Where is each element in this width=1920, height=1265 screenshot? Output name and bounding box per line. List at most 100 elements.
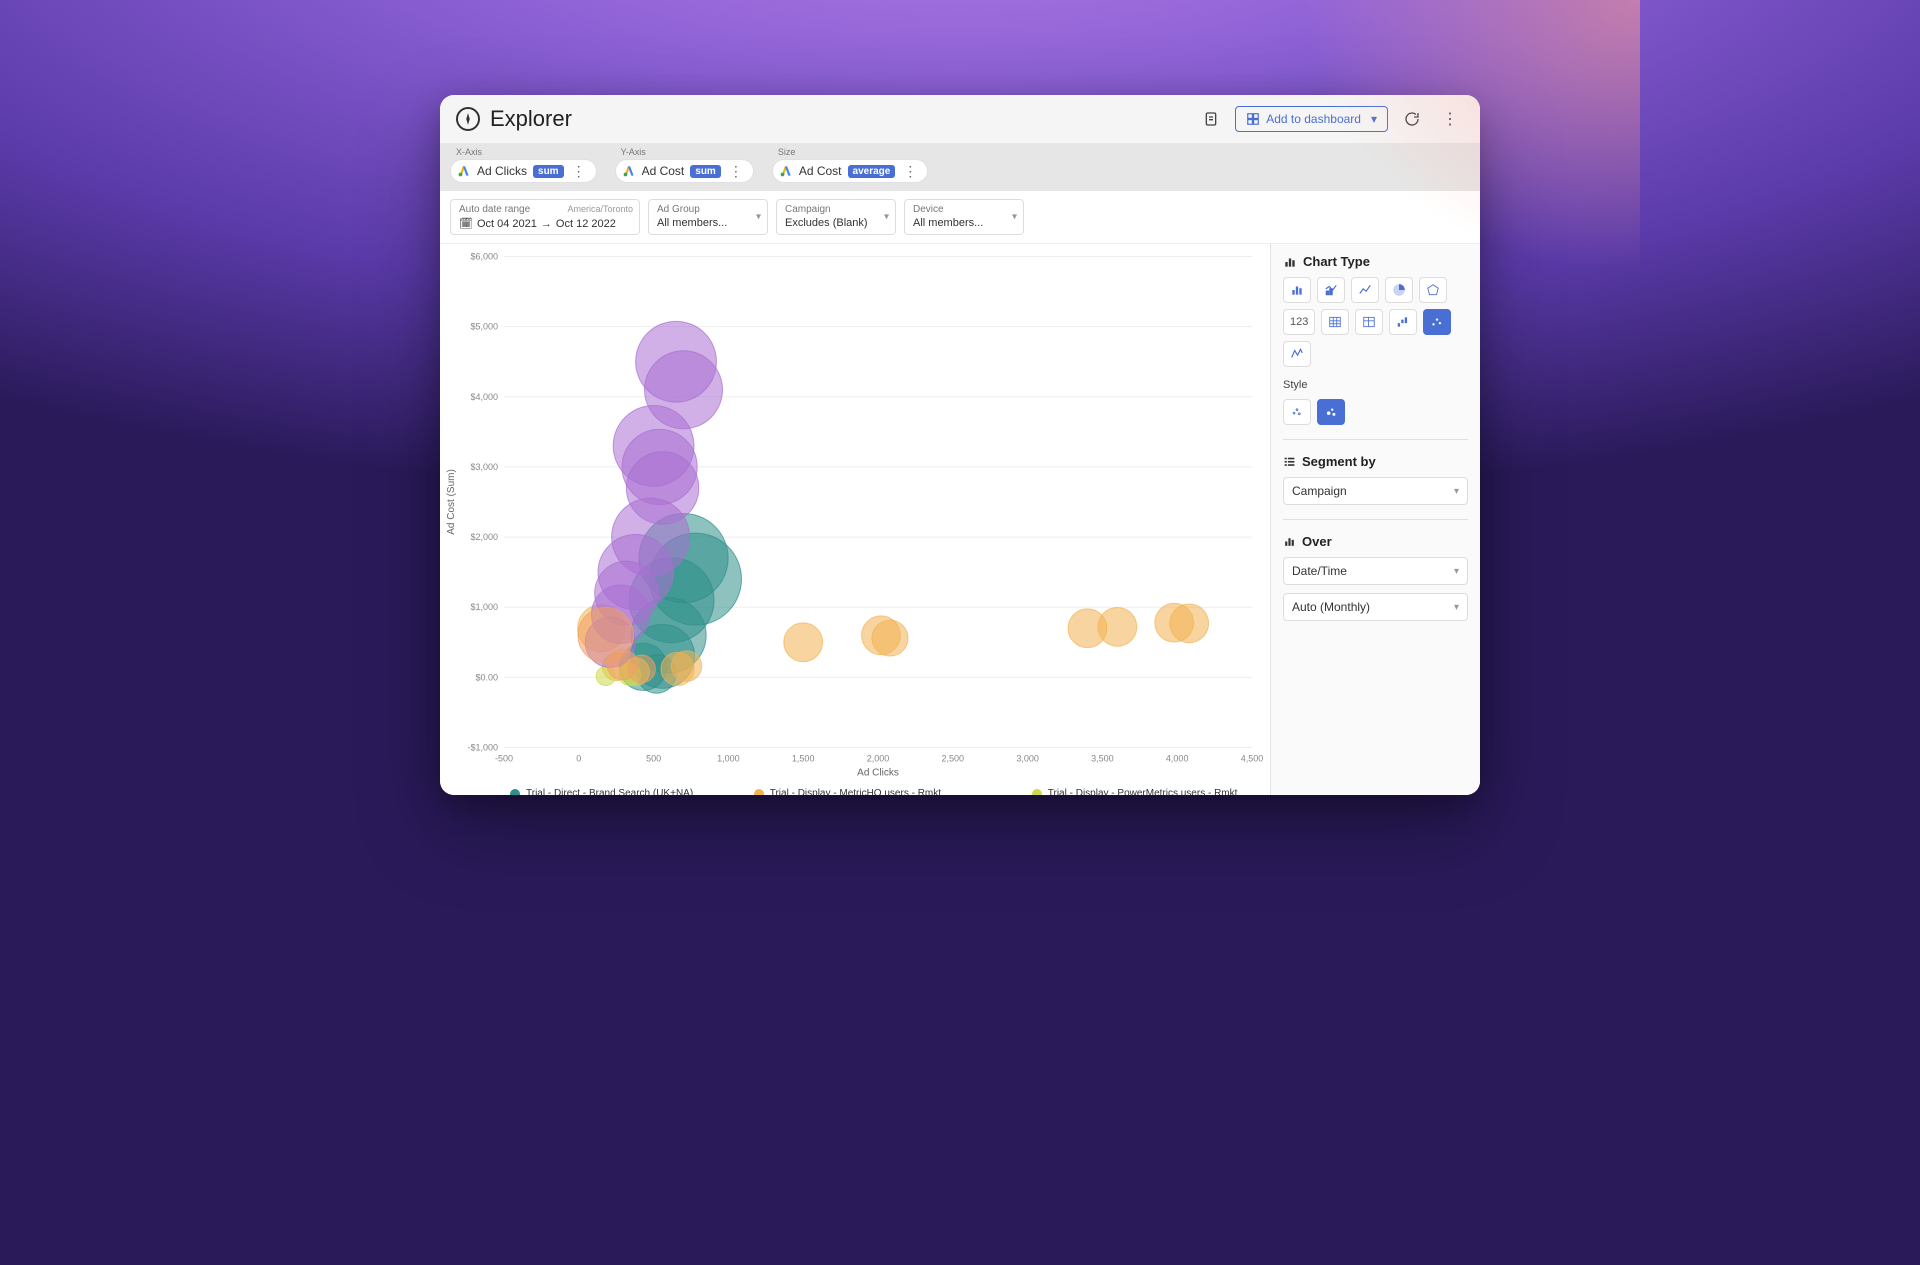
svg-text:0: 0 bbox=[576, 754, 581, 764]
chevron-down-icon: ▾ bbox=[756, 212, 761, 223]
svg-text:$1,000: $1,000 bbox=[470, 602, 498, 612]
radar-chart-type[interactable] bbox=[1419, 277, 1447, 303]
x-axis-label: X-Axis bbox=[450, 147, 597, 157]
segment-by-dropdown[interactable]: Campaign ▾ bbox=[1283, 477, 1468, 505]
svg-text:$0.00: $0.00 bbox=[475, 672, 498, 682]
axis-config-bar: X-Axis Ad Clicks sum ⋮ Y-Axis Ad Cost su… bbox=[440, 143, 1480, 191]
line-chart-type[interactable] bbox=[1351, 277, 1379, 303]
date-to: Oct 12 2022 bbox=[556, 218, 616, 230]
funnel-chart-type[interactable] bbox=[1283, 341, 1311, 367]
x-axis-metric: Ad Clicks bbox=[477, 164, 527, 178]
style-scatter-bubble[interactable] bbox=[1317, 399, 1345, 425]
ad-group-filter[interactable]: Ad Group All members... ▾ bbox=[648, 199, 768, 235]
add-dashboard-label: Add to dashboard bbox=[1266, 112, 1361, 126]
add-to-dashboard-button[interactable]: Add to dashboard ▾ bbox=[1235, 106, 1388, 132]
compass-icon bbox=[456, 107, 480, 131]
bubble-chart: -$1,000$0.00$1,000$2,000$3,000$4,000$5,0… bbox=[440, 244, 1270, 784]
legend-label: Trial - Display - MetricHQ users - Rmkt bbox=[770, 788, 941, 795]
date-range-filter[interactable]: Auto date range America/Toronto 🗓 Oct 04… bbox=[450, 199, 640, 235]
svg-text:3,500: 3,500 bbox=[1091, 754, 1114, 764]
size-axis-metric: Ad Cost bbox=[799, 164, 842, 178]
x-axis-pill[interactable]: Ad Clicks sum ⋮ bbox=[450, 159, 597, 183]
svg-text:1,000: 1,000 bbox=[717, 754, 740, 764]
y-axis-agg: sum bbox=[690, 165, 721, 178]
svg-text:$6,000: $6,000 bbox=[470, 252, 498, 262]
chart-area: -$1,000$0.00$1,000$2,000$3,000$4,000$5,0… bbox=[440, 244, 1270, 795]
style-scatter-plain[interactable] bbox=[1283, 399, 1311, 425]
size-axis-pill[interactable]: Ad Cost average ⋮ bbox=[772, 159, 929, 183]
svg-text:3,000: 3,000 bbox=[1016, 754, 1039, 764]
campaign-value: Excludes (Blank) bbox=[785, 217, 887, 229]
chevron-down-icon: ▾ bbox=[1012, 212, 1017, 223]
segment-by-value: Campaign bbox=[1292, 484, 1347, 498]
more-menu-icon[interactable]: ⋮ bbox=[1436, 105, 1464, 133]
ad-group-label: Ad Group bbox=[657, 204, 759, 215]
svg-text:$4,000: $4,000 bbox=[470, 392, 498, 402]
chart-type-grid: 123 bbox=[1283, 277, 1468, 367]
refresh-icon[interactable] bbox=[1398, 105, 1426, 133]
campaign-filter[interactable]: Campaign Excludes (Blank) ▾ bbox=[776, 199, 896, 235]
svg-text:2,000: 2,000 bbox=[867, 754, 890, 764]
x-axis-kebab-icon[interactable]: ⋮ bbox=[570, 164, 588, 178]
chevron-down-icon: ▾ bbox=[1454, 486, 1459, 497]
pivot-chart-type[interactable] bbox=[1355, 309, 1383, 335]
date-range-tz: America/Toronto bbox=[567, 204, 633, 214]
legend-dot bbox=[754, 789, 764, 796]
waterfall-chart-type[interactable] bbox=[1389, 309, 1417, 335]
over-dropdown[interactable]: Date/Time ▾ bbox=[1283, 557, 1468, 585]
dashboard-icon bbox=[1246, 112, 1260, 126]
right-sidebar: Chart Type 123 Style bbox=[1270, 244, 1480, 795]
filter-bar: Auto date range America/Toronto 🗓 Oct 04… bbox=[440, 191, 1480, 244]
style-title: Style bbox=[1283, 379, 1468, 391]
chevron-down-icon: ▾ bbox=[1454, 602, 1459, 613]
legend-item[interactable]: Trial - Direct - Brand Search (UK+NA) bbox=[510, 788, 726, 795]
size-axis-kebab-icon[interactable]: ⋮ bbox=[901, 164, 919, 178]
bar-chart-type[interactable] bbox=[1283, 277, 1311, 303]
svg-text:$2,000: $2,000 bbox=[470, 532, 498, 542]
combo-chart-type[interactable] bbox=[1317, 277, 1345, 303]
google-ads-icon bbox=[779, 164, 793, 178]
date-from: Oct 04 2021 bbox=[477, 218, 537, 230]
ad-group-value: All members... bbox=[657, 217, 759, 229]
svg-text:Ad Cost (Sum): Ad Cost (Sum) bbox=[446, 469, 457, 535]
list-icon bbox=[1283, 455, 1296, 468]
legend-label: Trial - Display - PowerMetrics users - R… bbox=[1048, 788, 1238, 795]
legend-dot bbox=[510, 789, 520, 796]
svg-text:1,500: 1,500 bbox=[792, 754, 815, 764]
scatter-chart-type[interactable] bbox=[1423, 309, 1451, 335]
chart-legend: Trial - Direct - Brand Search (UK+NA) Tri… bbox=[440, 784, 1270, 795]
segment-by-title: Segment by bbox=[1283, 454, 1468, 469]
svg-text:$3,000: $3,000 bbox=[470, 462, 498, 472]
over-title: Over bbox=[1283, 534, 1468, 549]
over-value: Date/Time bbox=[1292, 564, 1347, 578]
legend-item[interactable]: Trial - Display - PowerMetrics users - R… bbox=[1032, 788, 1260, 795]
campaign-label: Campaign bbox=[785, 204, 887, 215]
device-filter[interactable]: Device All members... ▾ bbox=[904, 199, 1024, 235]
google-ads-icon bbox=[622, 164, 636, 178]
legend-dot bbox=[1032, 789, 1042, 796]
calendar-icon: 🗓 bbox=[459, 217, 473, 230]
chevron-down-icon: ▾ bbox=[884, 212, 889, 223]
granularity-value: Auto (Monthly) bbox=[1292, 600, 1370, 614]
granularity-dropdown[interactable]: Auto (Monthly) ▾ bbox=[1283, 593, 1468, 621]
y-axis-kebab-icon[interactable]: ⋮ bbox=[727, 164, 745, 178]
chart-type-title: Chart Type bbox=[1283, 254, 1468, 269]
app-window: Explorer Add to dashboard ▾ ⋮ X-Axis Ad … bbox=[440, 95, 1480, 795]
svg-text:-$1,000: -$1,000 bbox=[467, 743, 498, 753]
legend-label: Trial - Direct - Brand Search (UK+NA) bbox=[526, 788, 693, 795]
export-icon[interactable] bbox=[1197, 105, 1225, 133]
svg-text:2,500: 2,500 bbox=[942, 754, 965, 764]
style-grid bbox=[1283, 399, 1468, 425]
chevron-down-icon: ▾ bbox=[1454, 566, 1459, 577]
svg-text:500: 500 bbox=[646, 754, 661, 764]
number-chart-type[interactable]: 123 bbox=[1283, 309, 1315, 335]
y-axis-metric: Ad Cost bbox=[642, 164, 685, 178]
size-axis-label: Size bbox=[772, 147, 929, 157]
pie-chart-type[interactable] bbox=[1385, 277, 1413, 303]
size-axis-agg: average bbox=[848, 165, 896, 178]
legend-item[interactable]: Trial - Display - MetricHQ users - Rmkt bbox=[754, 788, 1004, 795]
table-chart-type[interactable] bbox=[1321, 309, 1349, 335]
chevron-down-icon: ▾ bbox=[1371, 112, 1377, 126]
google-ads-icon bbox=[457, 164, 471, 178]
y-axis-pill[interactable]: Ad Cost sum ⋮ bbox=[615, 159, 754, 183]
